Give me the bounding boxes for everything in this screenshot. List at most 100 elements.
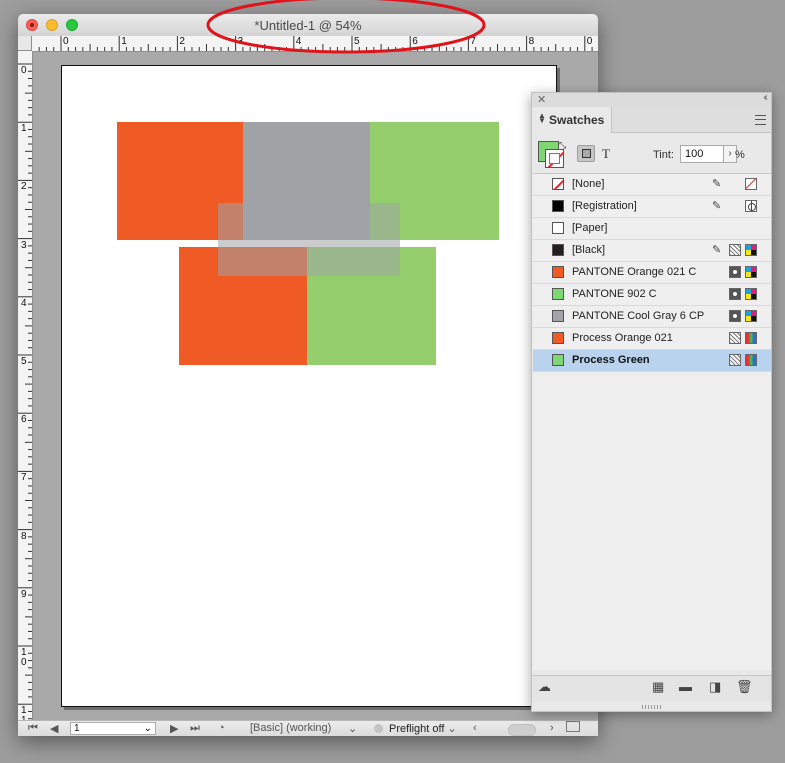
swatch-color-chip: [552, 354, 564, 366]
spot-icon: [729, 310, 741, 322]
translucent-gray-rectangle[interactable]: [218, 203, 400, 276]
swatch-name: [Black]: [572, 244, 606, 256]
tab-swatches[interactable]: ▲ ▼ Swatches: [532, 107, 612, 133]
tab-sort-icon: ▲ ▼: [538, 111, 546, 125]
swatch-name: Process Green: [572, 354, 650, 366]
vertical-ruler-ticks: [18, 63, 32, 720]
preflight-label: Preflight off: [389, 723, 445, 735]
swatch-color-chip: [552, 178, 564, 190]
open-page-icon[interactable]: ◔: [218, 722, 225, 734]
swatch-row[interactable]: Process Green: [533, 350, 771, 372]
formatting-affects-container-button[interactable]: [577, 145, 595, 162]
status-bar: ⏮ ◀ 1 ⌄ ▶ ⏭ ◔ [Basic] (working) ⌄ Preflig…: [18, 720, 598, 736]
cmyk-icon: [745, 266, 757, 278]
swatch-color-chip: [552, 244, 564, 256]
pasteboard[interactable]: [33, 52, 598, 720]
swatch-color-chip: [552, 200, 564, 212]
ruler-origin[interactable]: [18, 36, 32, 51]
swatch-list[interactable]: [None] ✎ [Registration] ✎ [Paper] [Black] ✎ PAN…: [533, 173, 771, 670]
swatch-name: [Paper]: [572, 222, 608, 234]
scroll-left-icon[interactable]: ‹: [473, 722, 477, 734]
ruler-label: 1 1: [21, 705, 27, 720]
spot-icon: [729, 266, 741, 278]
ruler-label: 2: [179, 36, 185, 47]
spot-icon: [729, 288, 741, 300]
swap-fill-stroke-icon[interactable]: ⤡: [559, 140, 566, 151]
cmyk-icon: [745, 310, 757, 322]
ruler-label: 8: [528, 36, 535, 47]
first-page-icon[interactable]: ⏮: [28, 722, 38, 735]
horizontal-scroll-thumb[interactable]: [508, 724, 536, 736]
swatch-name: Process Orange 021: [572, 332, 673, 344]
vertical-ruler[interactable]: 0 1 2 3 4 5 6 7 8 9 1 0 1 1: [18, 51, 33, 720]
none-icon: [745, 178, 757, 190]
registration-icon: [745, 200, 757, 212]
ruler-label: 5: [21, 356, 27, 367]
stroke-swatch[interactable]: [545, 149, 564, 168]
collapse-panel-icon[interactable]: ‹‹: [763, 92, 767, 103]
panel-resize-grip[interactable]: [642, 705, 662, 709]
show-swatch-kinds-icon[interactable]: ▦: [652, 680, 664, 694]
rgb-icon: [745, 354, 757, 366]
swatch-row[interactable]: PANTONE Cool Gray 6 CP: [533, 306, 771, 328]
tab-swatches-label: Swatches: [549, 113, 605, 127]
scroll-right-icon[interactable]: ›: [550, 722, 554, 734]
ruler-label: 9: [21, 588, 27, 600]
previous-page-icon[interactable]: ◀: [50, 722, 58, 735]
new-swatch-icon[interactable]: ◨: [709, 680, 721, 694]
document-page[interactable]: [61, 65, 557, 707]
annotation-ellipse: [206, 0, 486, 54]
swatch-name: [None]: [572, 178, 605, 190]
swatch-row[interactable]: Process Orange 021: [533, 328, 771, 350]
ruler-label: 2: [21, 181, 27, 193]
panel-menu-icon[interactable]: [755, 115, 766, 125]
swatch-row[interactable]: PANTONE 902 C: [533, 284, 771, 306]
process-icon: [729, 354, 741, 366]
formatting-affects-text-button[interactable]: T: [602, 146, 610, 162]
swatch-row[interactable]: [Black] ✎: [533, 240, 771, 262]
panel-tab-bar: ▲ ▼ Swatches: [532, 107, 771, 133]
swatch-color-chip: [552, 266, 564, 278]
split-layout-icon[interactable]: [566, 721, 580, 732]
ruler-label: 3: [21, 239, 27, 251]
process-icon: [729, 244, 741, 256]
noedit-icon: ✎: [712, 244, 722, 256]
rgb-icon: [745, 332, 757, 344]
swatch-name: [Registration]: [572, 200, 637, 212]
workspace-label[interactable]: [Basic] (working): [250, 722, 331, 734]
panel-header[interactable]: ✕ ‹‹: [532, 92, 771, 108]
close-panel-icon[interactable]: ✕: [537, 93, 546, 106]
swatch-color-chip: [552, 310, 564, 322]
panel-footer: ☁ ▦ ▬ ◨ 🗑: [532, 675, 771, 702]
chevron-down-icon[interactable]: ⌄: [348, 722, 357, 735]
swatch-color-chip: [552, 222, 564, 234]
ruler-label: 0: [63, 36, 69, 47]
tint-percent-label: %: [735, 149, 745, 161]
preflight-menu[interactable]: Preflight off ⌄: [374, 722, 457, 735]
next-page-icon[interactable]: ▶: [170, 722, 178, 735]
chevron-down-icon[interactable]: ⌄: [144, 723, 152, 734]
ruler-label: 4: [21, 297, 27, 309]
preflight-status-icon: [374, 724, 383, 733]
document-window: *Untitled-1 @ 54% 0123456780 01234567891…: [18, 14, 598, 736]
delete-swatch-icon[interactable]: 🗑: [736, 680, 753, 694]
cloud-library-icon[interactable]: ☁: [538, 680, 551, 694]
ruler-label: 8: [21, 530, 27, 542]
cmyk-icon: [745, 244, 757, 256]
last-page-icon[interactable]: ⏭: [190, 722, 200, 735]
swatch-name: PANTONE Cool Gray 6 CP: [572, 310, 705, 322]
swatch-row[interactable]: [Paper]: [533, 218, 771, 240]
page-number-field[interactable]: 1 ⌄: [70, 722, 156, 735]
process-icon: [729, 332, 741, 344]
swatch-row[interactable]: [None] ✎: [533, 174, 771, 196]
noedit-icon: ✎: [712, 178, 722, 190]
swatch-row[interactable]: PANTONE Orange 021 C: [533, 262, 771, 284]
swatch-color-chip: [552, 332, 564, 344]
swatches-panel: ✕ ‹‹ ▲ ▼ Swatches ⤡ T Tint: 100 › % [None…: [531, 92, 772, 712]
swatch-row[interactable]: [Registration] ✎: [533, 196, 771, 218]
ruler-label: 6: [21, 414, 27, 426]
tint-input[interactable]: 100: [680, 145, 724, 163]
ruler-label: 7: [21, 472, 27, 484]
swatch-name: PANTONE 902 C: [572, 288, 657, 300]
new-color-group-icon[interactable]: ▬: [679, 680, 692, 694]
